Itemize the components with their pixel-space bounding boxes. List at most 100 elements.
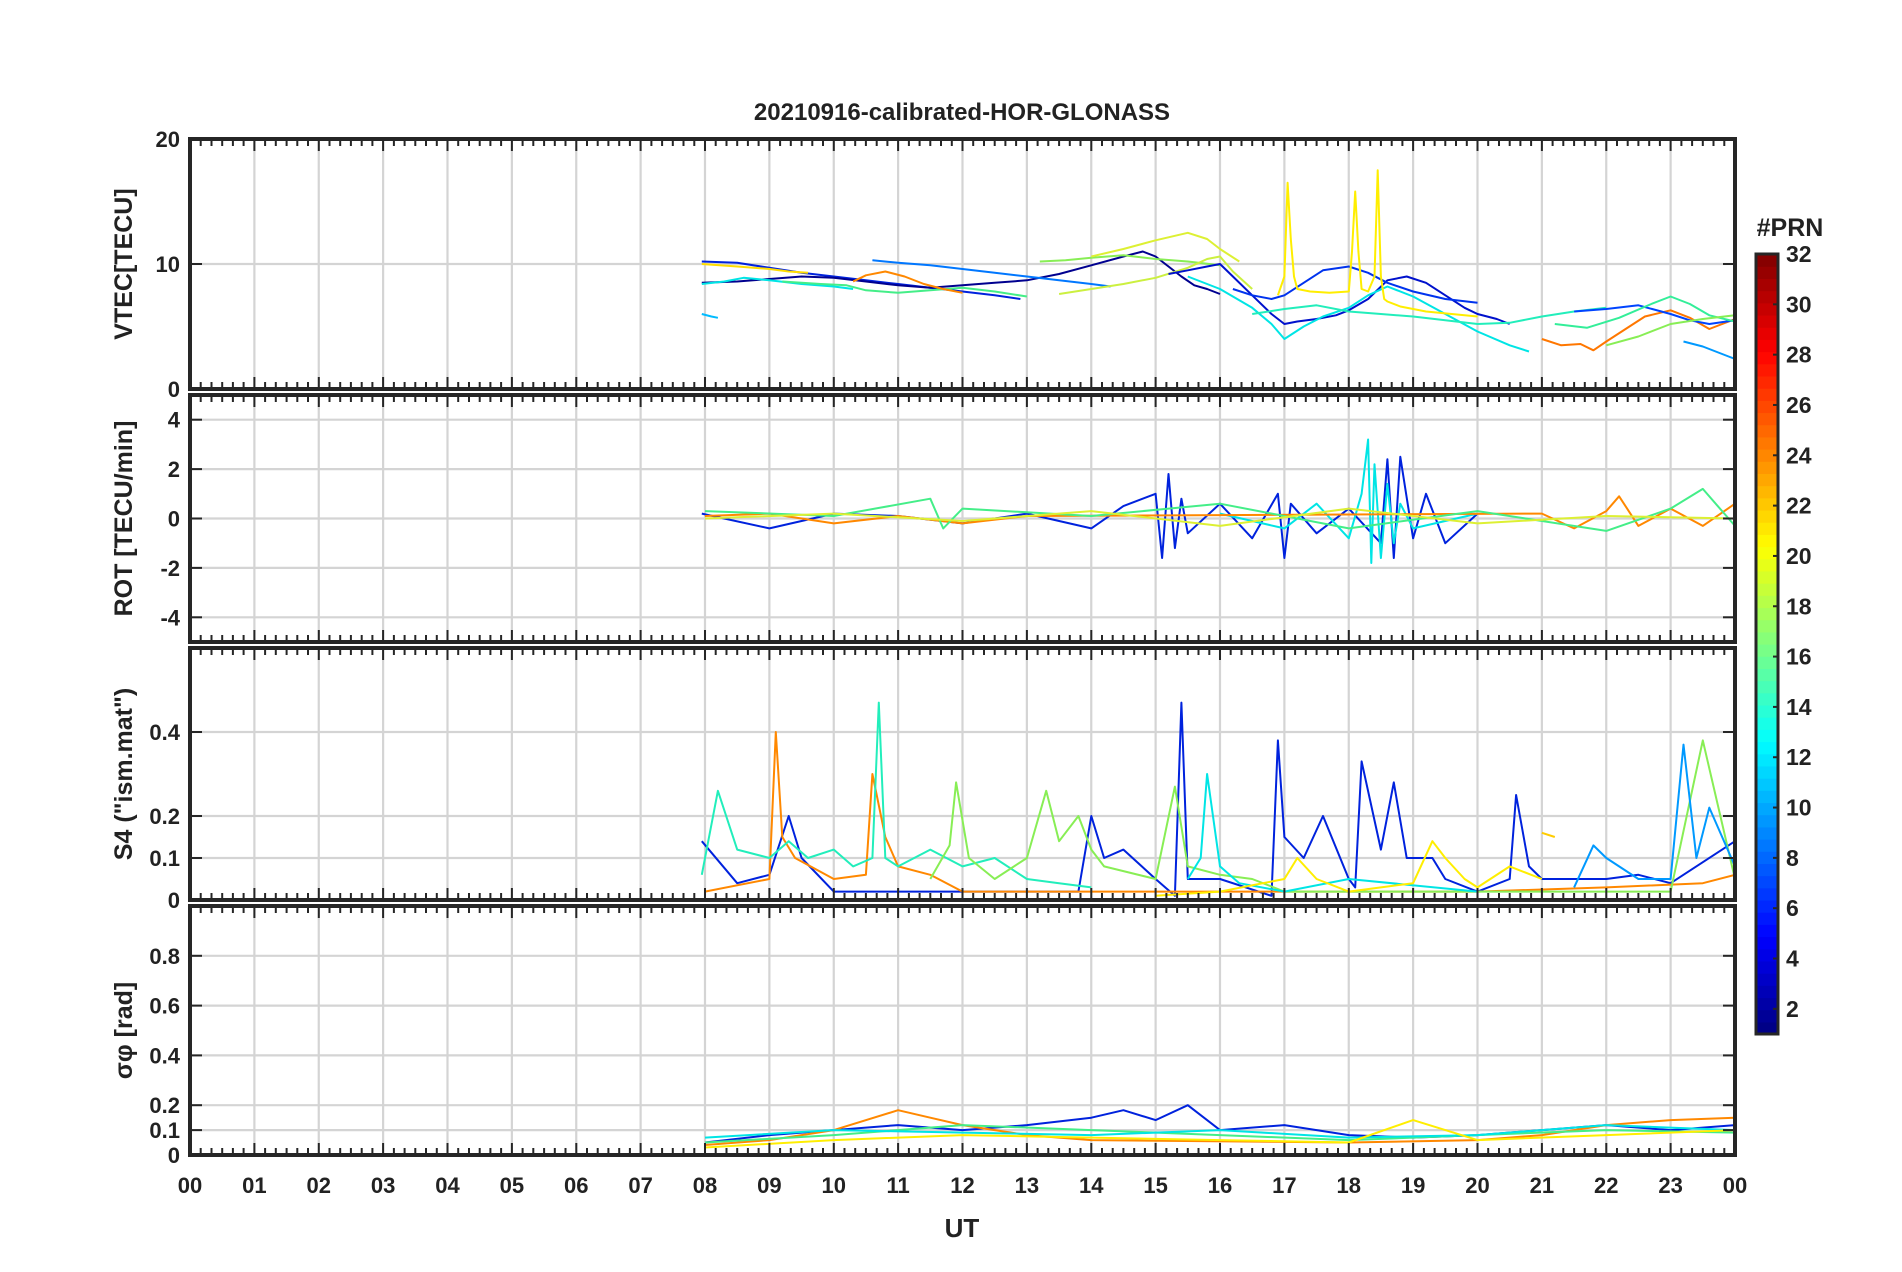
panel-vtec: 0 10 20 VTEC[TECU]: [110, 127, 1737, 402]
colorbar-tick-label: 26: [1786, 392, 1812, 418]
colorbar-swatch: [1756, 839, 1778, 852]
colorbar-swatch: [1756, 583, 1778, 596]
y-tick-label: 0: [168, 888, 180, 913]
colorbar-swatch: [1756, 497, 1778, 511]
colorbar-swatch: [1756, 814, 1778, 828]
colorbar-swatch: [1756, 473, 1778, 487]
colorbar-swatch: [1756, 960, 1778, 974]
y-tick-label: 0.1: [149, 1118, 180, 1143]
x-tick-label: 06: [564, 1173, 588, 1198]
colorbar-tick-label: 8: [1786, 845, 1799, 871]
y-tick-label: 0.6: [149, 994, 180, 1019]
colorbar-swatch: [1756, 826, 1778, 840]
colorbar-swatch: [1756, 314, 1778, 328]
colorbar-swatch: [1756, 1009, 1778, 1023]
x-tick-label: 07: [628, 1173, 652, 1198]
x-tick-label: 13: [1015, 1173, 1039, 1198]
x-tick-label: 14: [1079, 1173, 1104, 1198]
figure: 20210916-calibrated-HOR-GLONASS 01020VTE…: [110, 99, 1824, 1243]
colorbar-tick-label: 22: [1786, 493, 1812, 519]
colorbar-swatch: [1756, 948, 1778, 962]
colorbar-swatch: [1756, 887, 1778, 901]
y-tick-label: 2: [168, 457, 180, 482]
y-tick-label: 10: [156, 252, 180, 277]
y-tick-label: -2: [160, 556, 180, 581]
x-tick-label: 20: [1465, 1173, 1489, 1198]
colorbar-swatch: [1756, 546, 1778, 560]
y-tick-label: 0.4: [149, 1043, 180, 1068]
y-tick-label: 0: [168, 1143, 180, 1168]
x-tick-label: 10: [822, 1173, 846, 1198]
colorbar-swatch: [1756, 388, 1778, 401]
colorbar-swatch: [1756, 375, 1778, 389]
colorbar-swatch: [1756, 912, 1778, 925]
colorbar-tick-label: 24: [1786, 442, 1812, 468]
y-axis-label: σφ [rad]: [110, 982, 138, 1080]
colorbar-swatch: [1756, 692, 1778, 706]
colorbar-tick-label: 4: [1786, 946, 1799, 972]
colorbar-swatch: [1756, 644, 1778, 657]
x-tick-label: 02: [307, 1173, 331, 1198]
x-tick-label: 09: [757, 1173, 781, 1198]
colorbar-swatch: [1756, 899, 1778, 913]
colorbar-swatch: [1756, 778, 1778, 791]
colorbar-swatch: [1756, 924, 1778, 938]
y-axis-label: ROT [TECU/min]: [110, 421, 138, 617]
x-tick-label: 05: [500, 1173, 524, 1198]
colorbar-tick-label: 10: [1786, 795, 1812, 821]
colorbar-swatch: [1756, 412, 1778, 426]
colorbar-swatch: [1756, 802, 1778, 816]
colorbar-swatch: [1756, 522, 1778, 535]
y-tick-label: -4: [160, 605, 180, 630]
y-tick-label: 0.8: [149, 944, 180, 969]
y-tick-label: 0: [168, 507, 180, 532]
colorbar-swatch: [1756, 680, 1778, 694]
x-tick-label: 00: [178, 1173, 202, 1198]
colorbar-label: #PRN: [1757, 214, 1824, 242]
colorbar-tick-label: 18: [1786, 593, 1812, 619]
chart-title: 20210916-calibrated-HOR-GLONASS: [754, 99, 1170, 126]
colorbar-swatch: [1756, 656, 1778, 669]
x-tick-label: 11: [886, 1173, 909, 1198]
colorbar-swatch: [1756, 741, 1778, 755]
colorbar-swatch: [1756, 753, 1778, 767]
x-tick-label: 21: [1530, 1173, 1554, 1198]
colorbar-swatch: [1756, 875, 1778, 889]
colorbar-swatch: [1756, 509, 1778, 523]
y-tick-label: 0.1: [149, 846, 180, 871]
colorbar-swatch: [1756, 436, 1778, 450]
x-tick-label: 12: [950, 1173, 974, 1198]
colorbar-swatch: [1756, 400, 1778, 414]
colorbar-swatch: [1756, 363, 1778, 377]
colorbar-tick-label: 30: [1786, 291, 1812, 317]
x-tick-label: 23: [1658, 1173, 1682, 1198]
y-tick-label: 0.2: [149, 1093, 180, 1118]
colorbar-swatch: [1756, 485, 1778, 499]
colorbar-swatch: [1756, 278, 1778, 292]
x-tick-label: 01: [242, 1173, 266, 1198]
x-tick-label: 22: [1594, 1173, 1618, 1198]
colorbar-tick-label: 32: [1786, 241, 1812, 267]
panels-group: 01020VTEC[TECU]-4-2024ROT [TECU/min]00.1…: [110, 127, 1737, 1168]
y-axis-label: S4 ("ism.mat"): [110, 688, 138, 860]
x-tick-label: 08: [693, 1173, 717, 1198]
x-tick-label: 17: [1272, 1173, 1296, 1198]
colorbar-tick-label: 16: [1786, 644, 1812, 670]
x-tick-label: 03: [371, 1173, 395, 1198]
colorbar-tick-label: 20: [1786, 543, 1812, 569]
colorbar-swatch: [1756, 631, 1778, 645]
colorbar-tick-label: 12: [1786, 744, 1812, 770]
panel-rot: -4 -2 0 2 4 ROT [TECU/min]: [110, 393, 1737, 644]
x-tick-label: 15: [1143, 1173, 1167, 1198]
panel-sigma_phi: 00.10.2 0.4 0.6 0.8 σφ [rad]: [110, 904, 1737, 1168]
colorbar-swatch: [1756, 558, 1778, 572]
x-tick-label: 19: [1401, 1173, 1425, 1198]
x-tick-label: 18: [1337, 1173, 1361, 1198]
colorbar-swatch: [1756, 266, 1778, 279]
y-axis-label: VTEC[TECU]: [110, 188, 138, 339]
colorbar-swatch: [1756, 790, 1778, 804]
colorbar-swatch: [1756, 765, 1778, 779]
colorbar-swatch: [1756, 607, 1778, 621]
colorbar-swatch: [1756, 668, 1778, 682]
y-tick-label: 20: [156, 127, 180, 152]
